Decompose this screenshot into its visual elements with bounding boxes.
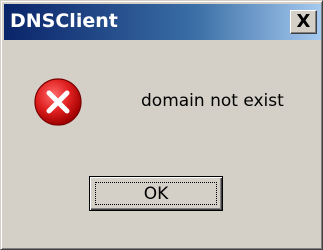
title-bar[interactable]: DNSClient X [4, 4, 321, 40]
error-icon [34, 78, 82, 126]
message-dialog: DNSClient X domain not exist OK [0, 0, 323, 250]
error-message: domain not exist [141, 91, 284, 111]
ok-button-label: OK [143, 183, 169, 204]
close-icon: X [296, 10, 311, 32]
ok-button[interactable]: OK [89, 176, 223, 211]
window-title: DNSClient [10, 10, 118, 32]
close-button[interactable]: X [290, 10, 317, 34]
